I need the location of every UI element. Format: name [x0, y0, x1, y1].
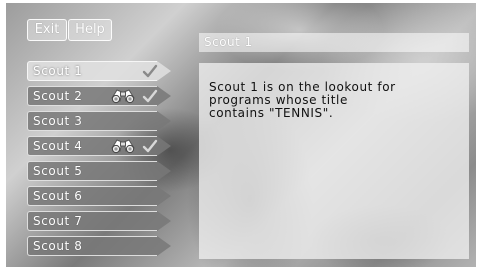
help-button[interactable]: Help [68, 19, 112, 41]
description-line: contains "TENNIS". [209, 106, 334, 120]
scout-label: Scout 4 [33, 139, 83, 153]
scout-label: Scout 6 [33, 189, 83, 203]
scout-item-3[interactable]: Scout 3 [27, 111, 173, 131]
description-panel: Scout 1 is on the lookout for programs w… [199, 63, 469, 259]
description-text: Scout 1 is on the lookout for programs w… [209, 81, 459, 120]
scout-screen: Exit Help Scout 1 Scout 1 is on the look… [0, 0, 482, 270]
scout-tab-arrow [157, 161, 171, 181]
check-icon [142, 64, 158, 78]
scout-item-7[interactable]: Scout 7 [27, 211, 173, 231]
scout-label: Scout 3 [33, 114, 83, 128]
scout-label: Scout 8 [33, 239, 83, 253]
scout-tab-arrow [157, 136, 171, 156]
exit-button[interactable]: Exit [27, 19, 67, 41]
scout-item-5[interactable]: Scout 5 [27, 161, 173, 181]
binoculars-icon [111, 89, 135, 104]
frame-top [0, 0, 482, 3]
binoculars-icon [111, 139, 135, 154]
scout-label: Scout 1 [33, 64, 83, 78]
scout-label: Scout 5 [33, 164, 83, 178]
scout-item-6[interactable]: Scout 6 [27, 186, 173, 206]
scout-tab-arrow [157, 86, 171, 106]
scout-item-8[interactable]: Scout 8 [27, 236, 173, 256]
scout-tab-arrow [157, 61, 171, 81]
frame-right [476, 0, 482, 270]
frame-left [0, 0, 6, 270]
scout-item-1[interactable]: Scout 1 [27, 61, 173, 81]
scout-tab-arrow [157, 186, 171, 206]
check-icon [142, 139, 158, 153]
scout-label: Scout 7 [33, 214, 83, 228]
description-line: programs whose title [209, 93, 348, 107]
scout-tab-arrow [157, 111, 171, 131]
scout-tab-arrow [157, 211, 171, 231]
scout-item-4[interactable]: Scout 4 [27, 136, 173, 156]
check-icon [142, 89, 158, 103]
scout-item-2[interactable]: Scout 2 [27, 86, 173, 106]
scout-label: Scout 2 [33, 89, 83, 103]
description-line: Scout 1 is on the lookout for [209, 80, 396, 94]
scout-tab-arrow [157, 236, 171, 256]
scout-title: Scout 1 [199, 33, 469, 52]
